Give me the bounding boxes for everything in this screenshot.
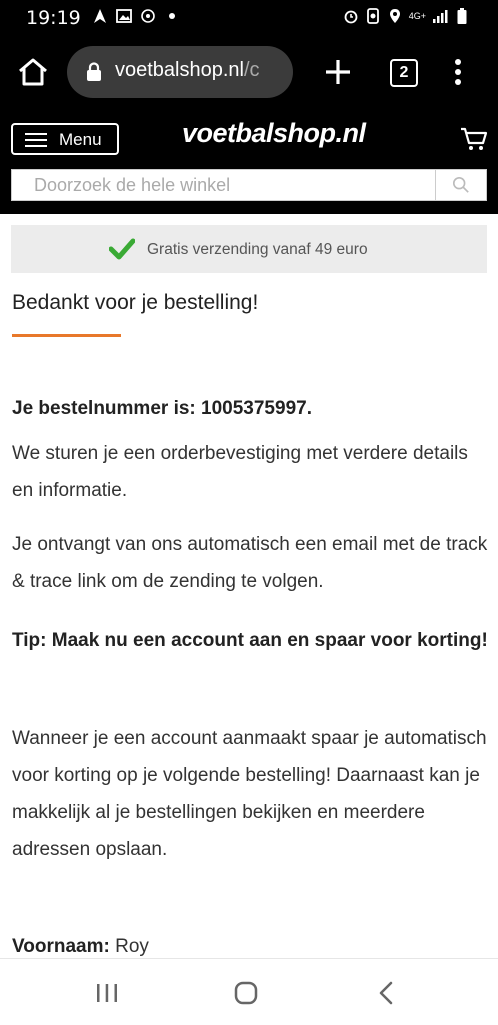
checkmark-icon — [109, 238, 135, 260]
dot-icon — [169, 13, 175, 19]
tracking-paragraph: Je ontvangt van ons automatisch een emai… — [12, 534, 488, 592]
more-options-icon[interactable] — [450, 56, 466, 88]
signal-icon — [433, 10, 448, 23]
network-type-icon: 4G+ — [408, 10, 426, 21]
status-bar: 19:19 4G+ — [0, 0, 498, 36]
lock-icon — [87, 62, 101, 81]
search-input[interactable] — [12, 170, 436, 200]
new-tab-icon[interactable] — [322, 56, 354, 88]
search-icon — [452, 176, 469, 193]
page-title: Bedankt voor je bestelling! — [12, 291, 259, 314]
menu-label: Menu — [59, 130, 102, 149]
title-underline — [12, 334, 121, 337]
data-saver-icon — [366, 8, 379, 24]
home-icon[interactable] — [16, 56, 50, 88]
site-header: Menu voetbalshop.nl — [0, 108, 498, 214]
hamburger-icon — [25, 133, 47, 147]
site-logo[interactable]: voetbalshop.nl — [182, 118, 366, 149]
search-button[interactable] — [435, 170, 486, 200]
nav-home-icon[interactable] — [234, 981, 258, 1005]
tab-switcher-button[interactable]: 2 — [390, 59, 418, 87]
address-bar[interactable]: voetbalshop.nl/c — [67, 46, 293, 98]
order-number-value: 1005375997. — [201, 398, 312, 419]
location-icon — [389, 9, 400, 23]
shipping-text: Gratis verzending vanaf 49 euro — [147, 241, 368, 258]
back-icon[interactable] — [378, 981, 394, 1005]
order-number-line: Je bestelnummer is: 1005375997. — [12, 390, 488, 427]
account-paragraph: Wanneer je een account aanmaakt spaar je… — [12, 728, 487, 860]
recent-apps-icon[interactable] — [95, 983, 119, 1003]
free-shipping-banner: Gratis verzending vanaf 49 euro — [11, 225, 487, 273]
status-time: 19:19 — [26, 7, 81, 29]
alarm-icon — [344, 10, 358, 24]
first-name-value: Roy — [109, 936, 149, 957]
system-nav-bar — [0, 958, 498, 1025]
account-tip: Tip: Maak nu een account aan en spaar vo… — [12, 630, 488, 651]
battery-icon — [457, 8, 467, 24]
image-icon — [116, 9, 132, 23]
search-bar — [11, 169, 487, 201]
menu-button[interactable]: Menu — [11, 123, 119, 155]
vpn-icon — [141, 9, 155, 23]
navigation-icon — [94, 9, 106, 23]
first-name-label: Voornaam: — [12, 936, 110, 957]
order-number-label: Je bestelnummer is: — [12, 398, 202, 419]
cart-icon[interactable] — [460, 126, 488, 152]
confirmation-paragraph: We sturen je een orderbevestiging met ve… — [12, 443, 468, 501]
url-text: voetbalshop.nl/c — [115, 59, 260, 81]
browser-toolbar: voetbalshop.nl/c 2 — [0, 36, 498, 108]
